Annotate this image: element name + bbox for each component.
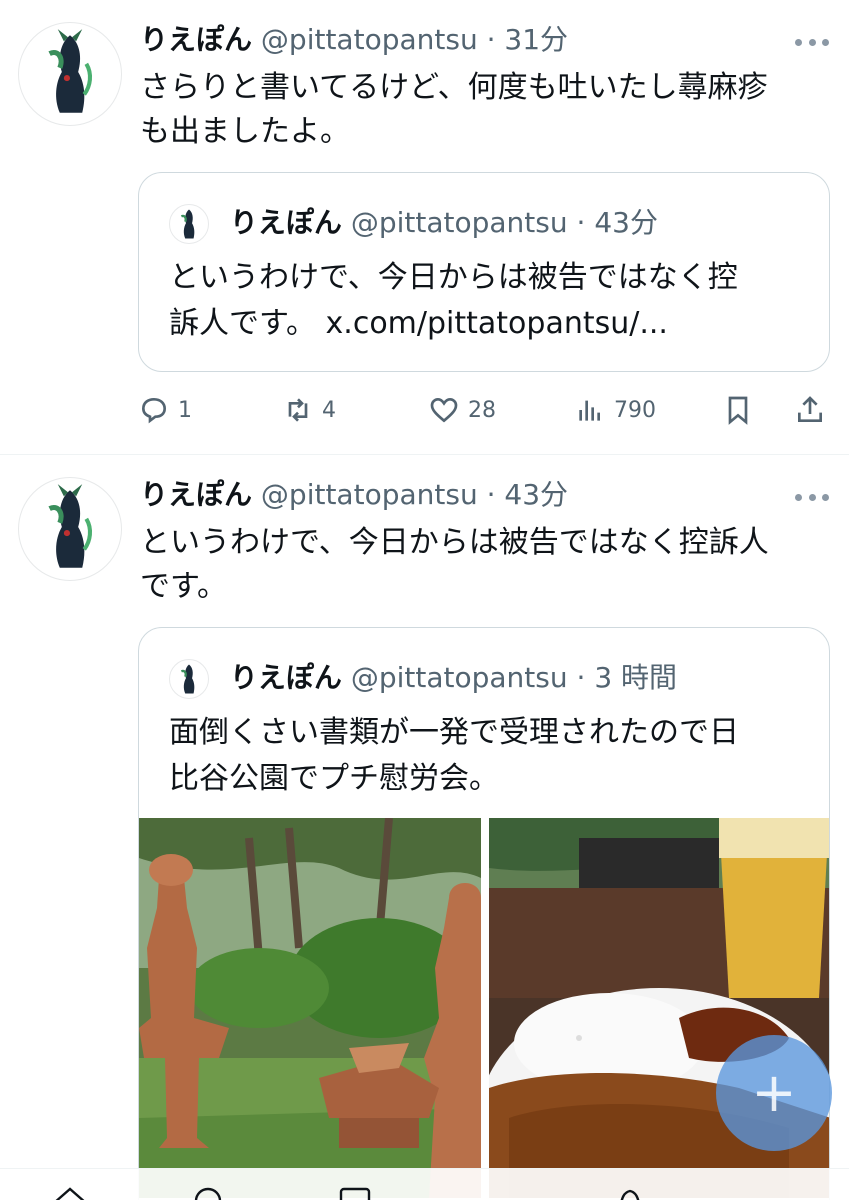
like-button[interactable]: 28	[428, 390, 496, 430]
communities-icon	[339, 1187, 371, 1200]
views-count: 790	[614, 397, 656, 423]
repost-icon	[288, 398, 308, 422]
quote-author-handle: @pittatopantsu	[350, 206, 568, 239]
separator: ·	[486, 23, 496, 56]
reply-button[interactable]: 1	[138, 390, 192, 430]
timestamp[interactable]: 43分	[504, 478, 568, 511]
tweet-text-line: さらりと書いてるけど、何度も吐いたし蕁麻疹	[140, 70, 768, 105]
views-button[interactable]: 790	[574, 390, 656, 430]
communities-tab[interactable]	[335, 1183, 375, 1200]
quote-text-line[interactable]: 訴人です。 x.com/pittatopantsu/...	[169, 301, 809, 347]
author-handle[interactable]: @pittatopantsu	[261, 23, 478, 56]
home-icon	[55, 1187, 85, 1200]
quote-text: というわけで、今日からは被告ではなく控 訴人です。 x.com/pittatop…	[169, 255, 809, 347]
quote-author-handle: @pittatopantsu	[350, 661, 568, 694]
more-dots-icon[interactable]	[795, 30, 829, 54]
quote-timestamp: 3 時間	[594, 661, 678, 694]
reply-icon	[141, 397, 167, 424]
search-tab[interactable]	[190, 1183, 230, 1200]
share-icon	[798, 396, 822, 422]
bottom-tab-bar	[0, 1168, 849, 1200]
avatar[interactable]	[18, 477, 122, 581]
avatar[interactable]	[18, 22, 122, 126]
share-button[interactable]	[794, 390, 834, 430]
tweet-text-line: も出ましたよ。	[140, 114, 350, 149]
quote-timestamp: 43分	[594, 206, 658, 239]
compose-button[interactable]: +	[716, 1035, 832, 1151]
quote-text-line: 面倒くさい書類が一発で受理されたので日	[169, 715, 739, 750]
tweet-text: さらりと書いてるけど、何度も吐いたし蕁麻疹 も出ましたよ。	[140, 66, 830, 154]
tweet-header: りえぽん @pittatopantsu · 31分	[140, 20, 568, 60]
tweet[interactable]: りえぽん @pittatopantsu · 31分 さらりと書いてるけど、何度も…	[0, 0, 849, 455]
tweet-header: りえぽん @pittatopantsu · 43分	[140, 475, 568, 515]
plus-icon: +	[751, 1061, 797, 1124]
separator: ·	[576, 661, 586, 694]
quote-avatar	[169, 659, 209, 699]
repost-button[interactable]: 4	[282, 390, 336, 430]
haniwa-garden-photo[interactable]	[139, 818, 481, 1198]
quote-text-line: 比谷公園でプチ慰労会。	[169, 761, 499, 796]
views-icon	[579, 400, 600, 421]
separator: ·	[486, 478, 496, 511]
quote-avatar	[169, 204, 209, 244]
tweet-text-line: です。	[140, 569, 227, 604]
search-icon	[194, 1187, 222, 1200]
notifications-tab[interactable]	[610, 1183, 650, 1200]
more-dots-icon[interactable]	[795, 485, 829, 509]
timestamp[interactable]: 31分	[504, 23, 568, 56]
quote-header: りえぽん @pittatopantsu · 3 時間	[169, 656, 677, 700]
quoted-tweet[interactable]: りえぽん @pittatopantsu · 43分 というわけで、今日からは被告…	[138, 172, 830, 372]
author-handle[interactable]: @pittatopantsu	[261, 478, 478, 511]
repost-count: 4	[322, 397, 336, 423]
reply-count: 1	[178, 397, 192, 423]
tweet-actions: 1 4 28 790	[138, 390, 830, 430]
bell-icon	[620, 1189, 640, 1200]
home-tab[interactable]	[50, 1183, 90, 1200]
tweet-text: というわけで、今日からは被告ではなく控訴人 です。	[140, 521, 830, 609]
heart-icon	[430, 397, 458, 423]
tweet-text-line: というわけで、今日からは被告ではなく控訴人	[140, 525, 769, 560]
bookmark-button[interactable]	[722, 390, 762, 430]
quote-header: りえぽん @pittatopantsu · 43分	[169, 201, 658, 245]
author-name[interactable]: りえぽん	[140, 23, 252, 56]
quote-author-name: りえぽん	[229, 206, 342, 239]
quote-author-name: りえぽん	[229, 661, 342, 694]
bookmark-icon	[728, 396, 748, 425]
author-name[interactable]: りえぽん	[140, 478, 252, 511]
separator: ·	[576, 206, 586, 239]
quote-text-line: というわけで、今日からは被告ではなく控	[169, 260, 738, 295]
like-count: 28	[468, 397, 496, 423]
quote-text: 面倒くさい書類が一発で受理されたので日 比谷公園でプチ慰労会。	[169, 710, 809, 802]
